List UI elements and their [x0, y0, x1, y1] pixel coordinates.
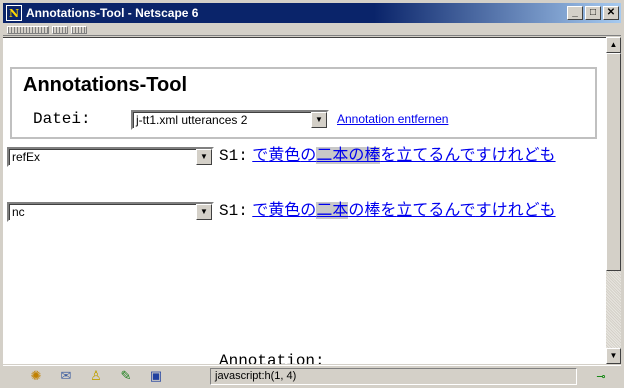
word-link[interactable]: 黄色	[268, 202, 300, 219]
close-button[interactable]: ✕	[603, 6, 619, 20]
file-select[interactable]: j-tt1.xml utterances 2 ▼	[131, 110, 329, 130]
word-link[interactable]: の	[300, 147, 316, 164]
word-link[interactable]: の棒	[348, 202, 380, 219]
vertical-scrollbar[interactable]: ▲ ▼	[606, 37, 621, 364]
page-content: Annotations-Tool Datei: j-tt1.xml uttera…	[3, 37, 606, 364]
mail-icon[interactable]: ✉	[57, 368, 75, 384]
remove-annotation-link[interactable]: Annotation entfernen	[337, 112, 448, 126]
minimize-button[interactable]: _	[567, 6, 583, 20]
word-link[interactable]: 立てるんで	[396, 147, 475, 164]
navigator-icon[interactable]: ✺	[27, 368, 45, 384]
utterance-row: S1: で黄色の二本の棒を立てるんですけれども	[219, 146, 599, 166]
word-link-highlighted[interactable]: 二本の棒	[316, 147, 381, 164]
word-link[interactable]: の	[300, 202, 316, 219]
annotation-type-select[interactable]: nc ▼	[7, 202, 214, 222]
utterance-row: S1: で黄色の二本の棒を立てるんですけれども	[219, 201, 599, 221]
toolbar-grip[interactable]	[52, 25, 68, 34]
word-link[interactable]: すけれども	[476, 147, 556, 164]
word-link[interactable]: で	[252, 147, 268, 164]
title-bar[interactable]: N Annotations-Tool - Netscape 6 _ □ ✕	[3, 3, 621, 23]
toolbar-grip[interactable]	[71, 25, 87, 34]
online-status-icon[interactable]: ⊸	[581, 370, 621, 383]
word-link[interactable]: 立てるんで	[396, 202, 475, 219]
word-link[interactable]: 黄色	[268, 147, 300, 164]
maximize-button[interactable]: □	[585, 6, 601, 20]
speaker-label: S1:	[219, 202, 248, 220]
annotation-label: Annotation:	[219, 352, 325, 364]
chevron-down-icon[interactable]: ▼	[311, 112, 327, 128]
scroll-up-icon[interactable]: ▲	[606, 37, 621, 53]
file-select-value: j-tt1.xml utterances 2	[136, 113, 248, 127]
netscape-icon: N	[6, 5, 22, 21]
status-bar: ✺ ✉ ♙ ✎ ▣ javascript:h(1, 4) ⊸	[3, 365, 621, 386]
word-link[interactable]: すけれども	[476, 202, 556, 219]
composer-icon[interactable]: ✎	[117, 368, 135, 384]
datei-label: Datei:	[33, 110, 91, 128]
word-link[interactable]: を	[380, 147, 396, 164]
annotation-type-select[interactable]: refEx ▼	[7, 147, 214, 167]
toolbar-grip[interactable]	[7, 25, 49, 34]
word-link[interactable]: を	[380, 202, 396, 219]
address-book-icon[interactable]: ▣	[147, 368, 165, 384]
status-text: javascript:h(1, 4)	[210, 367, 577, 385]
word-link[interactable]: で	[252, 202, 268, 219]
instant-messenger-icon[interactable]: ♙	[87, 368, 105, 384]
speaker-label: S1:	[219, 147, 248, 165]
browser-window: N Annotations-Tool - Netscape 6 _ □ ✕ An…	[0, 0, 624, 388]
scrollbar-thumb[interactable]	[606, 53, 621, 271]
scroll-down-icon[interactable]: ▼	[606, 348, 621, 364]
annotation-type-value: refEx	[12, 150, 41, 164]
window-title: Annotations-Tool - Netscape 6	[26, 6, 199, 20]
chevron-down-icon[interactable]: ▼	[196, 149, 212, 165]
chevron-down-icon[interactable]: ▼	[196, 204, 212, 220]
page-title: Annotations-Tool	[23, 74, 188, 96]
collapsed-toolbars	[3, 24, 621, 36]
annotation-type-value: nc	[12, 205, 25, 219]
word-link-highlighted[interactable]: 二本	[316, 202, 349, 219]
